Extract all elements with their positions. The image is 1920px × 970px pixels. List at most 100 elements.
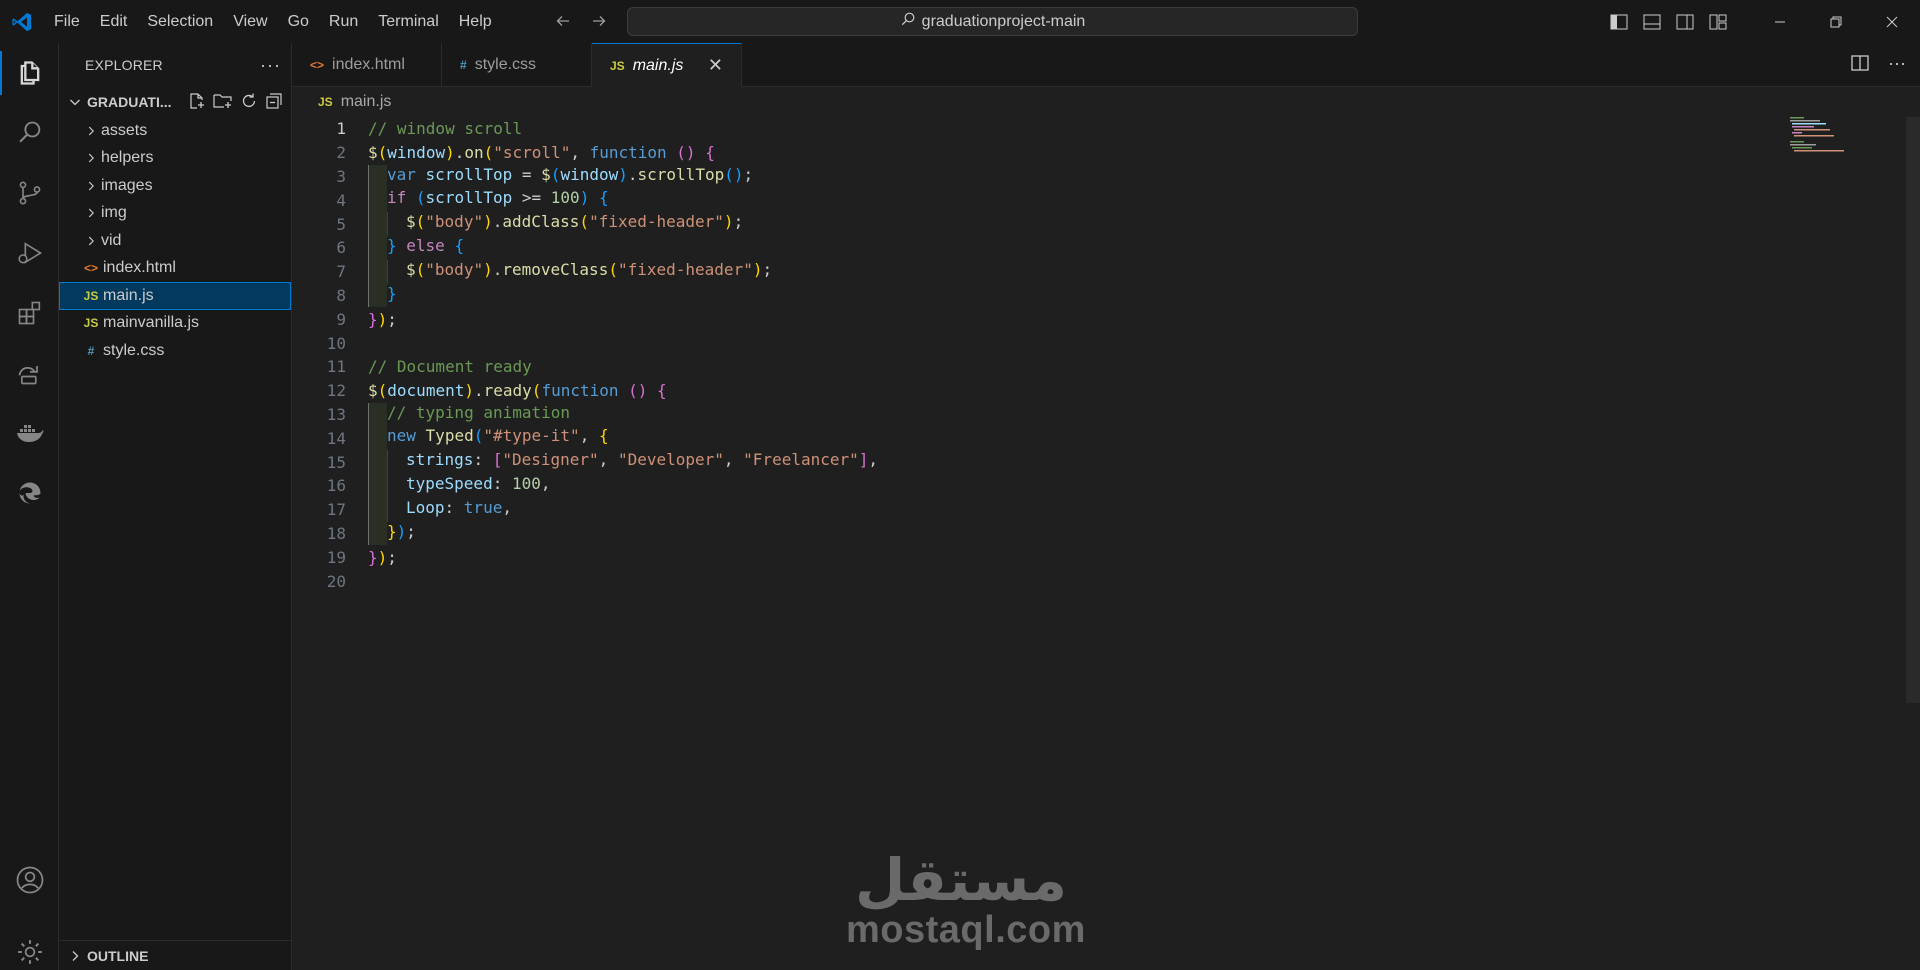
- tree-folder-vid[interactable]: vid: [59, 227, 291, 255]
- menu-terminal[interactable]: Terminal: [368, 0, 448, 43]
- close-tab-icon[interactable]: ✕: [708, 55, 723, 76]
- menu-bar: File Edit Selection View Go Run Terminal…: [44, 0, 502, 43]
- line-number: 5: [336, 214, 346, 234]
- line-number: 2: [336, 143, 346, 163]
- menu-help[interactable]: Help: [449, 0, 502, 43]
- search-icon: [900, 11, 916, 32]
- code-editor[interactable]: 1// window scroll 2 $(window).on("scroll"…: [292, 117, 1920, 593]
- vscode-logo-icon: [0, 0, 44, 43]
- css-file-icon: #: [87, 343, 95, 358]
- navigation-arrows: [552, 8, 610, 34]
- menu-file[interactable]: File: [44, 0, 90, 43]
- code-line: 20: [292, 569, 1920, 593]
- more-actions-icon[interactable]: ···: [1888, 53, 1906, 78]
- settings-icon[interactable]: [0, 922, 59, 970]
- new-file-icon[interactable]: [188, 92, 206, 113]
- tree-file-style-css[interactable]: # style.css: [59, 337, 291, 365]
- code-line: 5 $("body").addClass("fixed-header");: [292, 212, 1920, 236]
- code-line: 14 new Typed("#type-it", {: [292, 426, 1920, 451]
- restore-button[interactable]: [1808, 0, 1864, 43]
- tree-file-mainvanilla-js[interactable]: JS mainvanilla.js: [59, 310, 291, 338]
- tab-main-js[interactable]: JS main.js ✕: [592, 43, 742, 87]
- project-folder-name: GRADUATI...: [87, 94, 172, 110]
- tree-folder-helpers[interactable]: helpers: [59, 145, 291, 173]
- tree-item-label: img: [101, 204, 127, 222]
- explorer-title: EXPLORER: [85, 57, 163, 73]
- menu-selection[interactable]: Selection: [137, 0, 223, 43]
- explorer-header: EXPLORER ···: [59, 43, 291, 87]
- extensions-icon[interactable]: [0, 283, 59, 343]
- menu-edit[interactable]: Edit: [90, 0, 138, 43]
- chevron-right-icon: [81, 124, 101, 138]
- tab-label: main.js: [632, 56, 684, 74]
- toggle-primary-sidebar-icon[interactable]: [1607, 10, 1631, 34]
- search-icon[interactable]: [0, 103, 59, 163]
- menu-run[interactable]: Run: [319, 0, 368, 43]
- js-file-icon: JS: [318, 95, 333, 109]
- tab-label: style.css: [474, 56, 537, 73]
- vertical-scrollbar[interactable]: [1906, 117, 1920, 703]
- code-line: 2 $(window).on("scroll", function () {: [292, 141, 1920, 165]
- menu-view[interactable]: View: [223, 0, 277, 43]
- explorer-icon[interactable]: [0, 43, 59, 103]
- back-arrow-icon[interactable]: [552, 8, 574, 34]
- watermark-latin: mostaql.com: [846, 909, 1086, 951]
- remote-explorer-icon[interactable]: [0, 343, 59, 403]
- minimap[interactable]: [1790, 115, 1850, 155]
- tree-file-index-html[interactable]: <> index.html: [59, 255, 291, 283]
- menu-go[interactable]: Go: [278, 0, 319, 43]
- line-number: 13: [326, 404, 346, 424]
- chevron-right-icon: [81, 234, 101, 248]
- refresh-icon[interactable]: [240, 92, 258, 113]
- edge-icon[interactable]: [0, 463, 59, 523]
- chevron-right-icon: [81, 206, 101, 220]
- collapse-all-icon[interactable]: [265, 92, 283, 113]
- code-line: 18});: [292, 521, 1920, 546]
- split-editor-icon[interactable]: [1850, 53, 1870, 78]
- close-window-button[interactable]: [1864, 0, 1920, 43]
- line-number: 11: [326, 357, 346, 377]
- tree-folder-assets[interactable]: assets: [59, 117, 291, 145]
- breadcrumb-file[interactable]: main.js: [341, 93, 392, 111]
- run-debug-icon[interactable]: [0, 223, 59, 283]
- tree-folder-images[interactable]: images: [59, 172, 291, 200]
- activity-bar: [0, 43, 59, 970]
- command-center-search[interactable]: graduationproject-main: [627, 7, 1358, 36]
- docker-icon[interactable]: [0, 403, 59, 463]
- line-number: 3: [336, 166, 346, 186]
- chevron-down-icon: [70, 99, 80, 106]
- code-line: 6} else {: [292, 235, 1920, 260]
- tab-style-css[interactable]: # style.css: [442, 43, 592, 87]
- tree-file-main-js[interactable]: JS main.js: [59, 282, 291, 310]
- code-line: 8}: [292, 283, 1920, 308]
- tab-index-html[interactable]: <> index.html: [292, 43, 442, 87]
- customize-layout-icon[interactable]: [1706, 10, 1730, 34]
- source-control-icon[interactable]: [0, 163, 59, 223]
- line-number: 9: [336, 309, 346, 329]
- editor-area: <> index.html # style.css JS main.js ✕ ·…: [292, 43, 1920, 970]
- outline-section-header[interactable]: OUTLINE: [59, 940, 292, 970]
- editor-actions: ···: [1850, 53, 1906, 78]
- tree-item-label: helpers: [101, 149, 154, 167]
- js-file-icon: JS: [610, 58, 625, 73]
- more-actions-icon[interactable]: ···: [260, 55, 281, 76]
- line-number: 14: [326, 428, 346, 448]
- mostaql-watermark: مستقل mostaql.com: [846, 846, 1086, 951]
- chevron-right-icon: [81, 151, 101, 165]
- tree-item-label: main.js: [103, 286, 154, 304]
- code-line: 17 Loop: true,: [292, 497, 1920, 522]
- new-folder-icon[interactable]: [213, 92, 233, 113]
- css-file-icon: #: [460, 58, 467, 72]
- toggle-secondary-sidebar-icon[interactable]: [1673, 10, 1697, 34]
- forward-arrow-icon[interactable]: [588, 8, 610, 34]
- project-folder-header[interactable]: GRADUATI...: [59, 87, 291, 117]
- account-icon[interactable]: [0, 850, 59, 910]
- title-bar: File Edit Selection View Go Run Terminal…: [0, 0, 1920, 43]
- minimize-button[interactable]: [1752, 0, 1808, 43]
- tree-folder-img[interactable]: img: [59, 200, 291, 228]
- code-line: 13// typing animation: [292, 402, 1920, 427]
- watermark-arabic: مستقل: [854, 846, 1068, 914]
- toggle-panel-icon[interactable]: [1640, 10, 1664, 34]
- tab-label: index.html: [332, 56, 405, 73]
- tree-item-label: mainvanilla.js: [103, 314, 200, 332]
